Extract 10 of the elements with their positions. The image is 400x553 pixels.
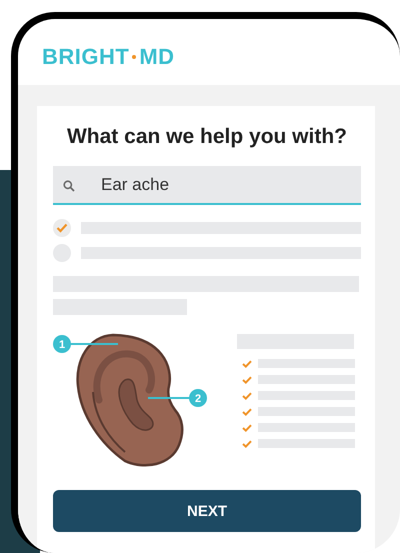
callout-badge: 2: [189, 389, 207, 407]
check-icon: [56, 223, 68, 233]
leader-line: [69, 343, 118, 345]
question-title: What can we help you with?: [66, 124, 348, 150]
next-button[interactable]: NEXT: [53, 490, 361, 532]
leader-line: [148, 397, 191, 399]
checkbox[interactable]: [53, 219, 71, 237]
search-field[interactable]: Ear ache: [53, 166, 361, 205]
brand-logo: BRIGHT MD: [42, 46, 175, 68]
callout-badge: 1: [53, 335, 71, 353]
